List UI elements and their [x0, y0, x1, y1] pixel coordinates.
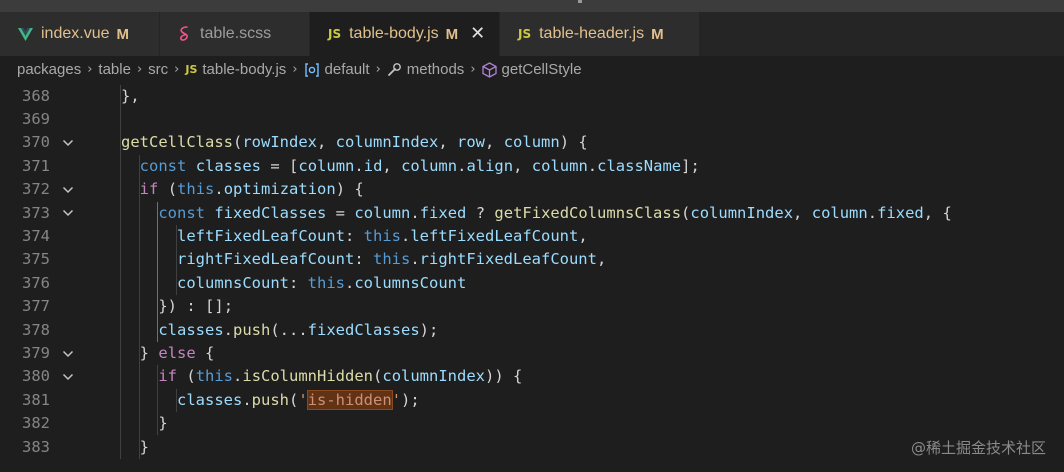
breadcrumb-item-default[interactable]: default [325, 61, 370, 78]
breadcrumb-item-methods[interactable]: methods [407, 61, 465, 78]
breadcrumb-item-src[interactable]: src [148, 61, 168, 78]
tab-bar: index.vue M table.scss JS table-body.js … [0, 12, 1064, 56]
title-grip [578, 0, 582, 3]
indent-guide [157, 201, 159, 342]
code-text: leftFixedLeafCount: this.leftFixedLeafCo… [177, 226, 588, 245]
breadcrumb-item-table[interactable]: table [98, 61, 131, 78]
line-number: 383 [22, 437, 50, 456]
tab-table-body-js[interactable]: JS table-body.js M ✕ [310, 12, 500, 56]
breadcrumb-separator: › [174, 62, 180, 77]
modified-badge: M [116, 25, 130, 43]
method-cube-icon [481, 61, 497, 78]
line-number: 376 [22, 273, 50, 292]
code-text: if (this.isColumnHidden(columnIndex)) { [158, 367, 523, 386]
code-line[interactable]: 379 } else { [0, 342, 1064, 365]
tab-label: table-header.js [539, 25, 645, 42]
fold-chevron-icon[interactable] [60, 365, 76, 388]
indent-guide [157, 365, 159, 436]
title-bar [0, 0, 1064, 12]
line-number: 373 [22, 203, 50, 222]
code-line[interactable]: 369 [0, 108, 1064, 131]
tab-label: table-body.js [349, 25, 439, 42]
code-line[interactable]: 370 getCellClass(rowIndex, columnIndex, r… [0, 131, 1064, 154]
code-line[interactable]: 377 }) : []; [0, 295, 1064, 318]
module-icon [304, 62, 320, 77]
indent-guide [138, 154, 140, 459]
line-number: 379 [22, 343, 50, 362]
line-number: 377 [22, 297, 50, 316]
breadcrumb-separator: › [375, 62, 381, 77]
close-icon[interactable]: ✕ [470, 25, 485, 43]
breadcrumb-item-getcellstyle[interactable]: getCellStyle [502, 61, 582, 78]
line-number: 382 [22, 414, 50, 433]
code-line[interactable]: 383 } [0, 436, 1064, 459]
line-number: 370 [22, 133, 50, 152]
code-text: classes.push(...fixedClasses); [158, 320, 439, 339]
fold-chevron-icon[interactable] [60, 202, 76, 225]
code-text: columnsCount: this.columnsCount [177, 273, 467, 292]
code-text: } [139, 437, 150, 456]
code-line[interactable]: 380 if (this.isColumnHidden(columnIndex)… [0, 365, 1064, 388]
code-text: classes.push('is-hidden'); [177, 389, 420, 410]
line-number: 381 [22, 390, 50, 409]
line-number: 369 [22, 109, 50, 128]
line-number: 372 [22, 180, 50, 199]
code-line[interactable]: 372 if (this.optimization) { [0, 178, 1064, 201]
tab-label: index.vue [41, 25, 110, 42]
fold-chevron-icon[interactable] [60, 131, 76, 154]
breadcrumb-separator: › [87, 62, 93, 77]
watermark: @稀土掘金技术社区 [910, 439, 1046, 457]
code-text: }, [121, 86, 140, 105]
tab-index-vue[interactable]: index.vue M [0, 12, 160, 56]
code-line[interactable]: 374 leftFixedLeafCount: this.leftFixedLe… [0, 225, 1064, 248]
js-icon: JS [185, 63, 198, 76]
js-icon: JS [328, 27, 342, 41]
line-number: 374 [22, 226, 50, 245]
line-number: 378 [22, 320, 50, 339]
code-line[interactable]: 378 classes.push(...fixedClasses); [0, 319, 1064, 342]
line-number: 380 [22, 367, 50, 386]
code-text: const fixedClasses = column.fixed ? getF… [158, 203, 952, 222]
breadcrumb-item-file[interactable]: table-body.js [202, 61, 286, 78]
indent-guide [176, 388, 178, 413]
code-line[interactable]: 373 const fixedClasses = column.fixed ? … [0, 202, 1064, 225]
code-line[interactable]: 371 const classes = [column.id, column.a… [0, 155, 1064, 178]
modified-badge: M [651, 25, 664, 43]
js-icon: JS [518, 27, 532, 41]
indent-guide [120, 84, 121, 459]
code-text: } [158, 414, 168, 433]
vue-icon [18, 27, 33, 41]
code-text: getCellClass(rowIndex, columnIndex, row,… [121, 133, 588, 152]
highlighted-string: is-hidden [306, 389, 393, 410]
code-text: const classes = [column.id, column.align… [139, 156, 700, 175]
fold-chevron-icon[interactable] [60, 342, 76, 365]
tab-table-header-js[interactable]: JS table-header.js M [500, 12, 700, 56]
tab-label: table.scss [200, 25, 272, 42]
code-line[interactable]: 368}, [0, 85, 1064, 108]
breadcrumb-separator: › [470, 62, 476, 77]
breadcrumb: packages › table › src › JS table-body.j… [0, 56, 1064, 83]
code-line[interactable]: 381 classes.push('is-hidden'); [0, 389, 1064, 412]
code-line[interactable]: 382 } [0, 412, 1064, 435]
breadcrumb-separator: › [292, 62, 298, 77]
code-text: rightFixedLeafCount: this.rightFixedLeaf… [177, 250, 607, 269]
line-number: 368 [22, 86, 50, 105]
code-editor[interactable]: 368}, 369 370 getCellClass(rowIndex, column… [0, 84, 1064, 472]
code-line[interactable]: 376 columnsCount: this.columnsCount [0, 272, 1064, 295]
line-number: 371 [22, 156, 50, 175]
breadcrumb-item-packages[interactable]: packages [17, 61, 81, 78]
line-number: 375 [22, 250, 50, 269]
tab-table-scss[interactable]: table.scss [160, 12, 310, 56]
sass-icon [178, 26, 192, 42]
indent-guide [176, 224, 178, 296]
code-line[interactable]: 375 rightFixedLeafCount: this.rightFixed… [0, 248, 1064, 271]
modified-badge: M [445, 25, 459, 43]
code-text: if (this.optimization) { [139, 180, 364, 199]
wrench-icon [387, 62, 402, 77]
code-text: } else { [139, 343, 215, 362]
breadcrumb-separator: › [136, 62, 143, 77]
fold-chevron-icon[interactable] [60, 178, 76, 201]
